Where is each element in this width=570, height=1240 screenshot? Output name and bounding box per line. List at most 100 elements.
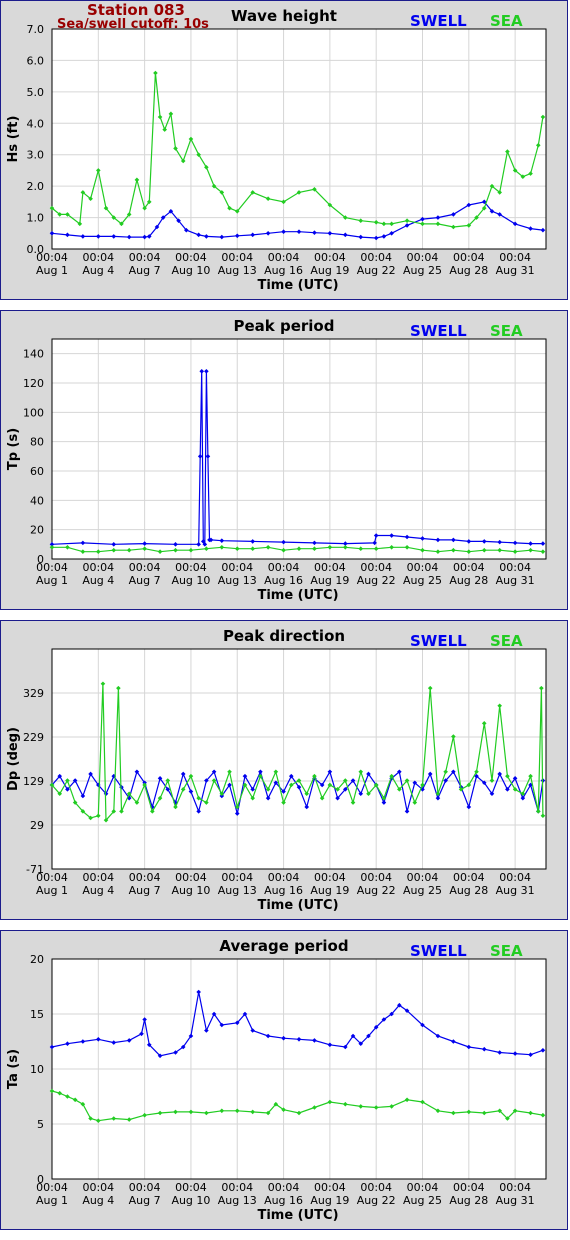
y-tick-label: 6.0 bbox=[27, 54, 45, 67]
y-tick-label: 10 bbox=[30, 1063, 44, 1076]
y-tick-label: 0 bbox=[37, 553, 44, 566]
legend-swell: SWELL bbox=[410, 942, 467, 960]
x-tick-date: Aug 10 bbox=[171, 574, 210, 587]
cutoff-label: Sea/swell cutoff: 10s bbox=[57, 17, 209, 32]
y-tick-label: 100 bbox=[23, 406, 44, 419]
x-tick-date: Aug 28 bbox=[449, 884, 488, 897]
x-tick-date: Aug 13 bbox=[218, 264, 257, 277]
y-axis-label: Ta (s) bbox=[6, 1049, 21, 1089]
y-tick-label: 3.0 bbox=[27, 149, 45, 162]
y-tick-label: 2.0 bbox=[27, 180, 45, 193]
x-tick-time: 00:04 bbox=[221, 871, 253, 884]
x-tick-time: 00:04 bbox=[407, 251, 439, 264]
x-tick-date: Aug 1 bbox=[36, 1194, 68, 1207]
panel-peak-direction: 00:04 Aug 1 00:04 Aug 4 00:04 Aug 7 00:04 Aug 1… bbox=[0, 620, 568, 920]
x-tick-time: 00:04 bbox=[360, 251, 392, 264]
legend-swell: SWELL bbox=[410, 632, 467, 650]
x-tick-time: 00:04 bbox=[453, 561, 485, 574]
x-tick-time: 00:04 bbox=[129, 1181, 161, 1194]
x-tick-date: Aug 4 bbox=[82, 264, 114, 277]
y-tick-label: 1.0 bbox=[27, 212, 45, 225]
y-tick-label: 140 bbox=[23, 348, 44, 361]
x-tick-date: Aug 22 bbox=[357, 264, 396, 277]
x-tick-date: Aug 25 bbox=[403, 884, 442, 897]
x-tick-date: Aug 19 bbox=[310, 1194, 349, 1207]
x-axis-label: Time (UTC) bbox=[257, 1208, 338, 1223]
x-tick-date: Aug 28 bbox=[449, 1194, 488, 1207]
x-tick-date: Aug 1 bbox=[36, 264, 68, 277]
y-tick-label: 80 bbox=[30, 436, 44, 449]
x-tick-time: 00:04 bbox=[82, 561, 114, 574]
x-tick-date: Aug 16 bbox=[264, 1194, 303, 1207]
x-tick-time: 00:04 bbox=[175, 871, 207, 884]
y-tick-label: 20 bbox=[30, 953, 44, 966]
y-tick-label: 5 bbox=[37, 1118, 44, 1131]
x-tick-time: 00:04 bbox=[314, 871, 346, 884]
x-tick-date: Aug 28 bbox=[449, 264, 488, 277]
x-tick-date: Aug 22 bbox=[357, 884, 396, 897]
x-tick-time: 00:04 bbox=[499, 871, 531, 884]
legend-sea: SEA bbox=[490, 12, 523, 30]
panel-wave-height: 00:04 Aug 1 00:04 Aug 4 00:04 Aug 7 00:04 Aug 1… bbox=[0, 0, 568, 300]
plot-area bbox=[51, 648, 547, 870]
x-tick-date: Aug 13 bbox=[218, 884, 257, 897]
panel-average-period: 00:04 Aug 1 00:04 Aug 4 00:04 Aug 7 00:04 Aug 1… bbox=[0, 930, 568, 1230]
y-tick-label: 7.0 bbox=[27, 23, 45, 36]
x-tick-time: 00:04 bbox=[314, 251, 346, 264]
x-tick-time: 00:04 bbox=[499, 251, 531, 264]
legend-swell: SWELL bbox=[410, 322, 467, 340]
wave-height-chart: 00:04Aug 100:04Aug 400:04Aug 700:04Aug 1… bbox=[6, 7, 547, 293]
x-tick-date: Aug 1 bbox=[36, 884, 68, 897]
x-tick-time: 00:04 bbox=[268, 561, 300, 574]
x-tick-time: 00:04 bbox=[499, 561, 531, 574]
x-tick-time: 00:04 bbox=[360, 1181, 392, 1194]
x-tick-time: 00:04 bbox=[268, 1181, 300, 1194]
x-tick-time: 00:04 bbox=[407, 561, 439, 574]
y-tick-label: 5.0 bbox=[27, 86, 45, 99]
y-tick-label: 4.0 bbox=[27, 117, 45, 130]
x-axis-label: Time (UTC) bbox=[257, 898, 338, 913]
x-tick-date: Aug 31 bbox=[496, 574, 535, 587]
x-tick-date: Aug 7 bbox=[129, 1194, 161, 1207]
x-tick-date: Aug 7 bbox=[129, 264, 161, 277]
y-tick-label: 120 bbox=[23, 377, 44, 390]
chart-title: Peak period bbox=[234, 317, 335, 335]
x-tick-date: Aug 25 bbox=[403, 574, 442, 587]
plot-area bbox=[51, 338, 547, 560]
x-tick-date: Aug 7 bbox=[129, 574, 161, 587]
legend-sea: SEA bbox=[490, 942, 523, 960]
x-tick-time: 00:04 bbox=[82, 871, 114, 884]
legend-sea: SEA bbox=[490, 632, 523, 650]
y-tick-label: 29 bbox=[30, 819, 44, 832]
chart-title: Average period bbox=[219, 937, 348, 955]
x-tick-date: Aug 28 bbox=[449, 574, 488, 587]
x-tick-time: 00:04 bbox=[268, 871, 300, 884]
x-tick-date: Aug 25 bbox=[403, 264, 442, 277]
plot-area bbox=[51, 28, 547, 250]
x-tick-time: 00:04 bbox=[407, 871, 439, 884]
y-tick-label: 20 bbox=[30, 524, 44, 537]
x-tick-time: 00:04 bbox=[129, 871, 161, 884]
x-tick-time: 00:04 bbox=[453, 871, 485, 884]
y-tick-label: 229 bbox=[23, 731, 44, 744]
x-tick-time: 00:04 bbox=[360, 871, 392, 884]
x-tick-date: Aug 22 bbox=[357, 574, 396, 587]
x-tick-date: Aug 10 bbox=[171, 1194, 210, 1207]
y-tick-label: 60 bbox=[30, 465, 44, 478]
y-tick-label: 0.0 bbox=[27, 243, 45, 256]
x-tick-time: 00:04 bbox=[175, 1181, 207, 1194]
y-tick-label: 0 bbox=[37, 1173, 44, 1186]
x-tick-date: Aug 1 bbox=[36, 574, 68, 587]
x-tick-date: Aug 10 bbox=[171, 884, 210, 897]
x-tick-time: 00:04 bbox=[453, 1181, 485, 1194]
y-tick-label: 15 bbox=[30, 1008, 44, 1021]
x-tick-date: Aug 13 bbox=[218, 1194, 257, 1207]
x-tick-date: Aug 25 bbox=[403, 1194, 442, 1207]
average-period-chart: 00:04Aug 100:04Aug 400:04Aug 700:04Aug 1… bbox=[6, 937, 547, 1223]
x-axis-label: Time (UTC) bbox=[257, 588, 338, 603]
y-axis-label: Hs (ft) bbox=[6, 116, 21, 163]
chart-title: Peak direction bbox=[223, 627, 345, 645]
x-tick-time: 00:04 bbox=[129, 251, 161, 264]
y-axis-label: Dp (deg) bbox=[6, 727, 21, 791]
x-tick-date: Aug 4 bbox=[82, 574, 114, 587]
